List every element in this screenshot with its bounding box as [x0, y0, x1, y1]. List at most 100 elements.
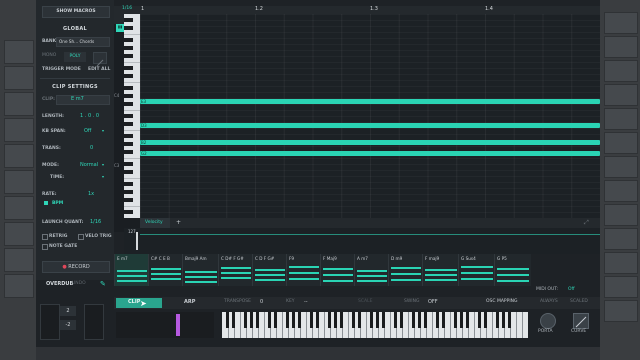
- host-track-slot[interactable]: [4, 40, 34, 64]
- black-key[interactable]: [124, 162, 133, 166]
- black-key[interactable]: [226, 312, 229, 328]
- black-key[interactable]: [382, 312, 385, 328]
- black-key[interactable]: [334, 312, 337, 328]
- bpm-checkbox[interactable]: [44, 201, 48, 205]
- clip-keys[interactable]: [116, 312, 214, 338]
- black-key[interactable]: [124, 122, 133, 126]
- chord-pad[interactable]: G Sus4: [458, 254, 495, 286]
- chord-pad[interactable]: C D# F G#: [218, 254, 253, 286]
- host-panel-slot[interactable]: [604, 300, 638, 322]
- black-key[interactable]: [370, 312, 373, 328]
- chord-pad[interactable]: A m7: [354, 254, 389, 286]
- black-key[interactable]: [418, 312, 421, 328]
- chord-pad[interactable]: Bmaj9 Am: [182, 254, 219, 286]
- note-block[interactable]: B2: [140, 140, 600, 145]
- black-key[interactable]: [124, 102, 133, 106]
- chord-pad[interactable]: G P5: [494, 254, 531, 286]
- scaled-toggle[interactable]: SCALED: [570, 299, 588, 304]
- edit-all-button[interactable]: EDIT ALL: [88, 67, 110, 72]
- black-key[interactable]: [256, 312, 259, 328]
- black-key[interactable]: [124, 170, 133, 174]
- host-panel-slot[interactable]: [604, 84, 638, 106]
- black-key[interactable]: [124, 190, 133, 194]
- mod-wheel[interactable]: [40, 304, 60, 340]
- host-track-slot[interactable]: [4, 222, 34, 246]
- black-key[interactable]: [424, 312, 427, 328]
- black-key[interactable]: [358, 312, 361, 328]
- velo-trig-checkbox[interactable]: [78, 234, 84, 240]
- black-key[interactable]: [124, 210, 133, 214]
- black-key[interactable]: [436, 312, 439, 328]
- chord-pad[interactable]: D m9: [388, 254, 423, 286]
- black-key[interactable]: [310, 312, 313, 328]
- black-key[interactable]: [268, 312, 271, 328]
- transpose-stepper[interactable]: -2: [60, 320, 76, 330]
- host-panel-slot[interactable]: [604, 12, 638, 34]
- midi-out-value[interactable]: Off: [568, 287, 575, 292]
- black-key[interactable]: [124, 198, 133, 202]
- black-key[interactable]: [376, 312, 379, 328]
- note-block[interactable]: E3: [140, 99, 600, 104]
- host-panel-slot[interactable]: [604, 36, 638, 58]
- piano-keys[interactable]: [124, 14, 140, 218]
- black-key[interactable]: [502, 312, 505, 328]
- host-panel-slot[interactable]: [604, 228, 638, 250]
- note-gate-checkbox[interactable]: [42, 244, 48, 250]
- black-key[interactable]: [292, 312, 295, 328]
- show-macros-button[interactable]: SHOW MACROS: [42, 6, 110, 18]
- mode-value[interactable]: Normal: [80, 162, 98, 168]
- black-key[interactable]: [466, 312, 469, 328]
- host-panel-slot[interactable]: [604, 60, 638, 82]
- chord-pad[interactable]: F9: [286, 254, 321, 286]
- black-key[interactable]: [124, 150, 133, 154]
- black-key[interactable]: [484, 312, 487, 328]
- black-key[interactable]: [496, 312, 499, 328]
- black-key[interactable]: [442, 312, 445, 328]
- black-key[interactable]: [298, 312, 301, 328]
- bank-select[interactable]: One Sh... Chords: [56, 37, 110, 47]
- host-track-slot[interactable]: [4, 196, 34, 220]
- black-key[interactable]: [124, 86, 133, 90]
- host-track-slot[interactable]: [4, 248, 34, 272]
- rate-value[interactable]: 1x: [88, 191, 94, 197]
- chord-pad[interactable]: F Maj9: [320, 254, 355, 286]
- piano-keyboard[interactable]: [222, 312, 528, 338]
- slash-toggle[interactable]: [93, 52, 107, 67]
- swing-value[interactable]: OFF: [428, 299, 438, 305]
- black-key[interactable]: [250, 312, 253, 328]
- host-panel-slot[interactable]: [604, 132, 638, 154]
- trans-value[interactable]: 0: [90, 145, 93, 151]
- black-key[interactable]: [340, 312, 343, 328]
- black-key[interactable]: [124, 114, 133, 118]
- host-track-slot[interactable]: [4, 274, 34, 298]
- black-key[interactable]: [232, 312, 235, 328]
- retrig-checkbox[interactable]: [42, 234, 48, 240]
- black-key[interactable]: [244, 312, 247, 328]
- black-key[interactable]: [274, 312, 277, 328]
- chord-pad[interactable]: E m7: [114, 254, 149, 286]
- host-panel-slot[interactable]: [604, 156, 638, 178]
- black-key[interactable]: [124, 66, 133, 70]
- velocity-handle[interactable]: [136, 232, 138, 250]
- always-toggle[interactable]: ALWAYS: [540, 299, 558, 304]
- porta-knob[interactable]: [540, 313, 556, 329]
- expand-icon[interactable]: ⤢: [584, 219, 589, 227]
- length-value[interactable]: 1 . 0 . 0: [80, 113, 99, 119]
- black-key[interactable]: [124, 26, 133, 30]
- osc-mapping-button[interactable]: OSC MAPPING: [486, 299, 518, 304]
- poly-toggle[interactable]: POLY: [64, 52, 86, 62]
- black-key[interactable]: [124, 38, 133, 42]
- black-key[interactable]: [286, 312, 289, 328]
- host-track-slot[interactable]: [4, 144, 34, 168]
- octave-stepper[interactable]: 2: [60, 306, 76, 316]
- pitch-wheel[interactable]: [84, 304, 104, 340]
- chord-pad[interactable]: F maj9: [422, 254, 459, 286]
- record-button[interactable]: ● RECORD: [42, 261, 110, 273]
- key-value[interactable]: --: [304, 299, 308, 305]
- black-key[interactable]: [124, 142, 133, 146]
- note-block[interactable]: G2: [140, 151, 600, 156]
- host-panel-slot[interactable]: [604, 276, 638, 298]
- host-panel-slot[interactable]: [604, 180, 638, 202]
- mono-toggle[interactable]: MONO: [42, 53, 64, 62]
- clip-tab[interactable]: CLIP: [116, 298, 162, 308]
